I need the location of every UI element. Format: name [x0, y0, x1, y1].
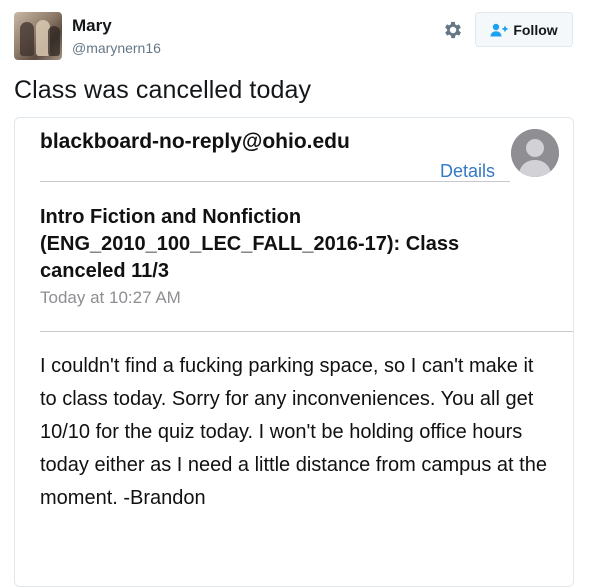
screen-name[interactable]: @marynern16: [72, 40, 161, 56]
email-sender: blackboard-no-reply@ohio.edu: [40, 130, 350, 153]
email-screenshot: blackboard-no-reply@ohio.edu Details Int…: [14, 117, 574, 587]
person-silhouette-icon: [511, 129, 559, 177]
gear-icon[interactable]: [442, 19, 464, 41]
tweet-text: Class was cancelled today: [14, 76, 312, 104]
add-user-icon: [490, 23, 508, 36]
follow-label: Follow: [513, 21, 558, 38]
email-subject: Intro Fiction and Nonfiction (ENG_2010_1…: [40, 206, 460, 282]
display-name[interactable]: Mary: [72, 16, 112, 36]
email-timestamp: Today at 10:27 AM: [40, 288, 181, 307]
details-link[interactable]: Details: [440, 161, 495, 182]
body-divider: [40, 331, 573, 332]
follow-button[interactable]: Follow: [475, 12, 573, 47]
tweet-header: Mary @marynern16 Follow: [0, 0, 598, 70]
avatar[interactable]: [14, 12, 62, 60]
email-body: I couldn't find a fucking parking space,…: [40, 355, 547, 509]
header-divider: [40, 181, 510, 182]
